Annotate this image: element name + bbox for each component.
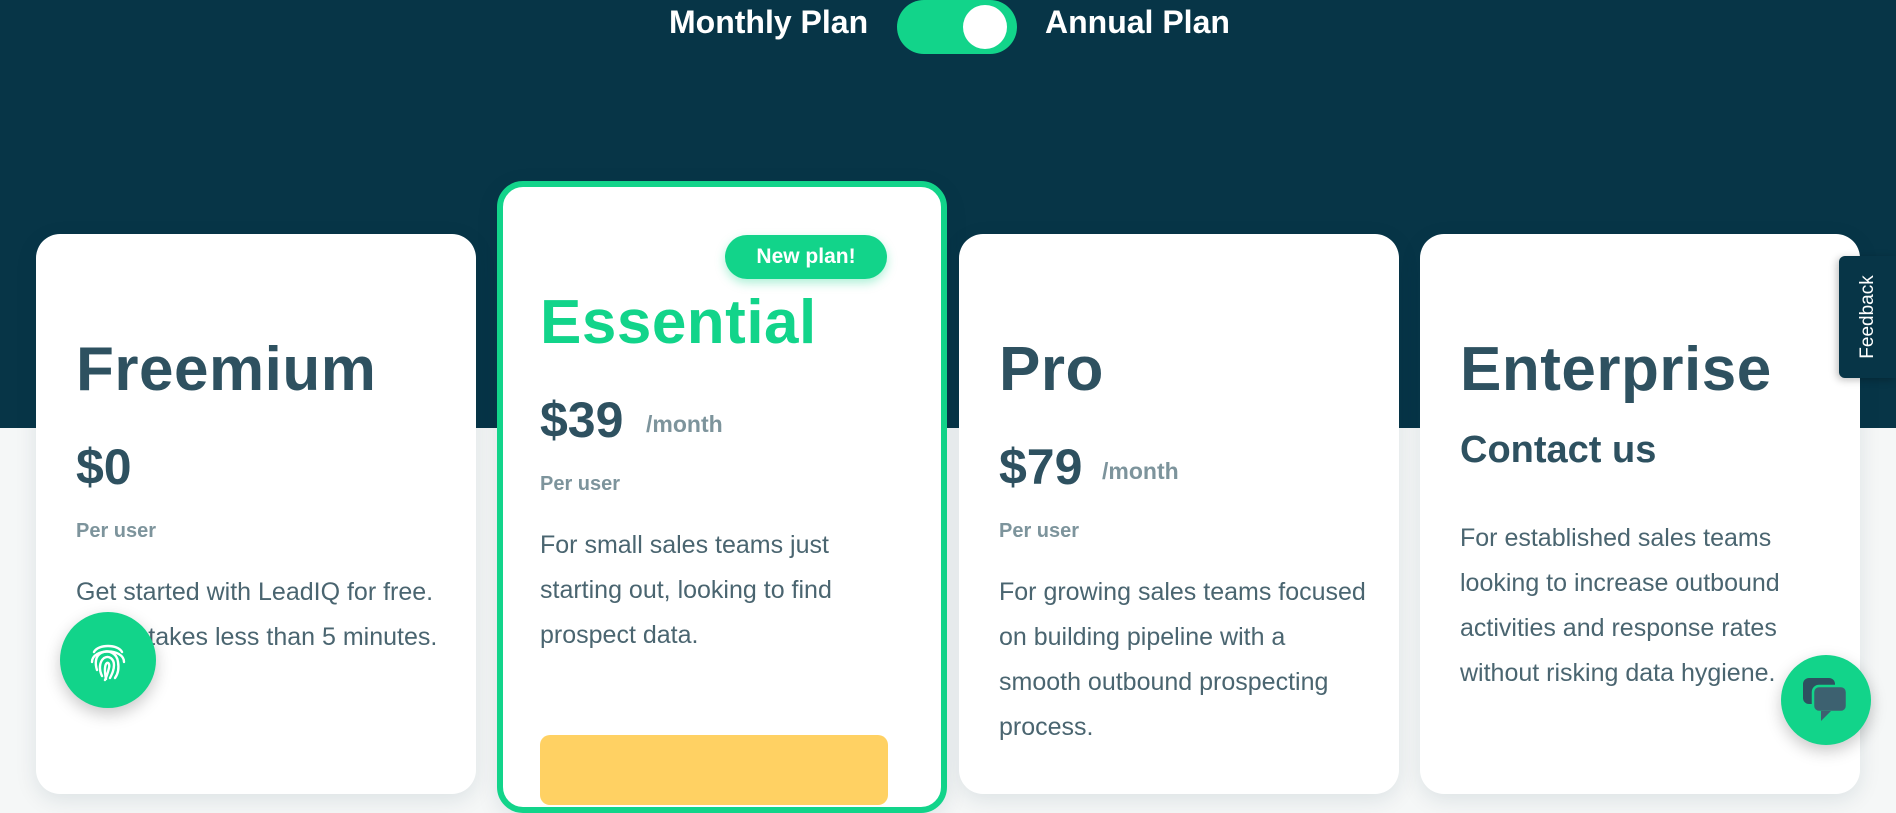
chat-button[interactable] xyxy=(1781,655,1871,745)
plan-name: Freemium xyxy=(76,335,377,404)
plan-name: Enterprise xyxy=(1460,335,1772,404)
feedback-tab[interactable]: Feedback xyxy=(1839,256,1896,378)
billing-toggle-row: Monthly Plan Annual Plan xyxy=(0,0,1896,54)
plan-description: For established sales teams looking to i… xyxy=(1460,524,1780,687)
feedback-label: Feedback xyxy=(1856,275,1878,359)
price-period: /month xyxy=(1102,458,1179,484)
new-plan-badge: New plan! xyxy=(725,235,887,279)
plan-price: $39 xyxy=(540,392,624,448)
essential-cta-button[interactable] xyxy=(540,735,888,805)
fingerprint-button[interactable] xyxy=(60,612,156,708)
plan-price: $79 xyxy=(999,439,1083,495)
plan-card-pro: Pro $79 /month Per user For growing sale… xyxy=(959,234,1399,794)
contact-us-label: Contact us xyxy=(1460,429,1657,471)
plan-price: $0 xyxy=(76,439,132,495)
toggle-knob xyxy=(963,5,1007,49)
plan-description: For small sales teams just starting out,… xyxy=(540,531,832,649)
plan-name: Essential xyxy=(540,288,817,357)
billing-period-toggle[interactable] xyxy=(897,0,1017,54)
plan-description: For growing sales teams focused on build… xyxy=(999,578,1366,741)
price-period: /month xyxy=(646,411,723,437)
annual-plan-label[interactable]: Annual Plan xyxy=(1045,4,1230,41)
fingerprint-icon xyxy=(90,644,126,682)
per-user-label: Per user xyxy=(540,473,621,495)
plan-card-essential: New plan! Essential $39 /month Per user … xyxy=(497,181,947,813)
plan-card-freemium: Freemium $0 Per user Get started with Le… xyxy=(36,234,476,794)
plan-name: Pro xyxy=(999,335,1104,404)
monthly-plan-label[interactable]: Monthly Plan xyxy=(669,4,868,41)
chat-bubble-icon xyxy=(1803,678,1849,721)
per-user-label: Per user xyxy=(76,520,157,542)
per-user-label: Per user xyxy=(999,520,1080,542)
